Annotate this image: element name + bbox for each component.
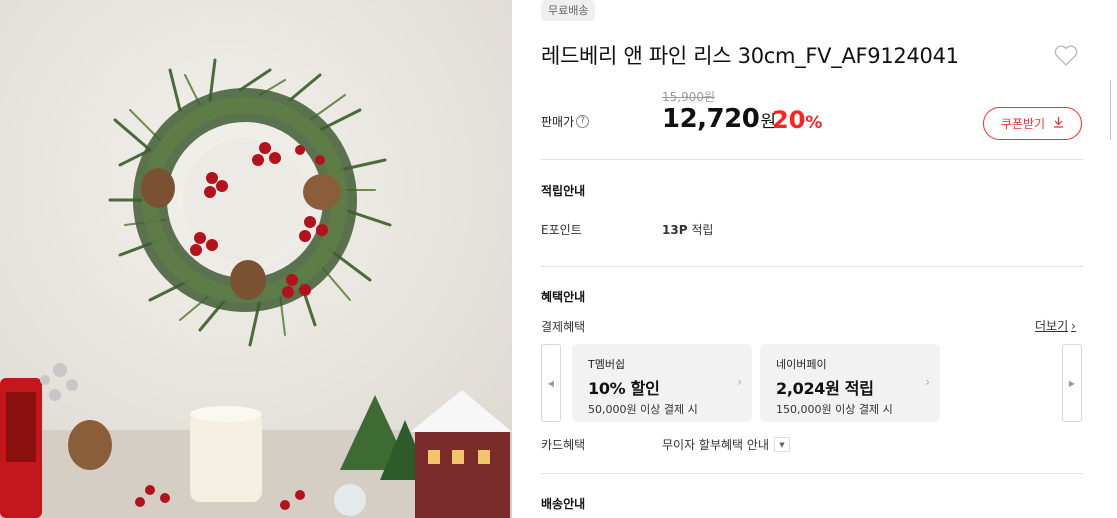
product-info-panel: 무료배송 레드베리 앤 파인 리스 30cm_FV_AF9124041 판매가 … [541,0,1083,518]
free-shipping-badge: 무료배송 [541,0,596,21]
benefit-card-tmembership[interactable]: T멤버쉽 10% 할인 50,000원 이상 결제 시 › [572,344,752,422]
benefit-card-main: 2,024원 적립 [776,379,874,398]
divider [541,266,1083,267]
coupon-button-label: 쿠폰받기 [1000,117,1046,131]
e-point-value: 13P 적립 [662,221,713,238]
carousel-prev-button[interactable]: ◀ [541,344,561,422]
card-benefit-label: 카드혜택 [541,438,586,452]
original-price: 15,900원 [662,90,716,104]
benefit-card-name: T멤버쉽 [588,358,626,371]
price-label: 판매가 [541,115,575,129]
divider [541,473,1083,474]
e-point-amount: 13P [662,223,688,237]
chevron-right-icon: ▶ [1068,378,1076,388]
chevron-right-icon: › [925,375,930,389]
benefit-card-sub: 50,000원 이상 결제 시 [588,403,698,416]
benefit-card-main: 10% 할인 [588,379,660,398]
benefits-section-title: 혜택안내 [541,290,586,304]
product-image [0,0,512,518]
benefit-card-sub: 150,000원 이상 결제 시 [776,403,893,416]
e-point-suffix: 적립 [687,223,714,237]
more-link[interactable]: 더보기 › [1035,317,1076,334]
shipping-section-title: 배송안내 [541,497,586,511]
sale-price-value: 12,720 [662,104,760,134]
download-icon [1053,116,1064,131]
discount-unit: % [805,113,823,133]
chevron-right-icon: › [737,375,742,389]
chevron-right-icon: › [1071,318,1076,333]
benefit-card-naverpay[interactable]: 네이버페이 2,024원 적립 150,000원 이상 결제 시 › [760,344,940,422]
payment-benefit-label: 결제혜택 [541,320,586,334]
coupon-download-button[interactable]: 쿠폰받기 [983,107,1082,140]
e-point-label: E포인트 [541,223,582,237]
divider [541,159,1083,160]
scrollbar-edge[interactable] [1110,80,1117,140]
discount-value: 20 [772,106,806,134]
carousel-next-button[interactable]: ▶ [1062,344,1082,422]
heart-icon[interactable] [1053,44,1079,68]
help-icon[interactable]: ? [576,115,590,128]
discount-rate: 20% [772,106,822,134]
more-link-label: 더보기 [1035,319,1069,333]
installment-info-label: 무이자 할부혜택 안내 [662,438,769,452]
installment-info-dropdown[interactable]: 무이자 할부혜택 안내 ▼ [662,436,790,453]
caret-down-icon: ▼ [774,437,790,452]
wreath-photo [0,0,512,518]
chevron-left-icon: ◀ [547,378,555,388]
sale-price: 12,720원 [662,104,776,134]
benefit-card-name: 네이버페이 [776,358,827,371]
product-title: 레드베리 앤 파인 리스 30cm_FV_AF9124041 [541,44,959,68]
price-label-row: 판매가 ? [541,113,590,130]
points-section-title: 적립안내 [541,184,586,198]
